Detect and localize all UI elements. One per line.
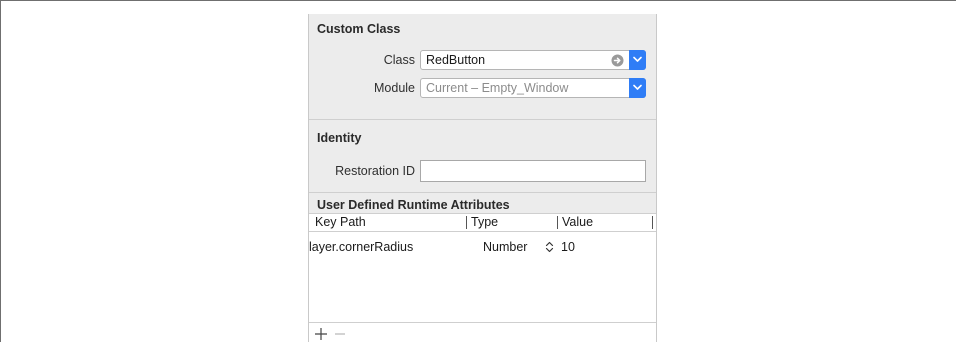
restoration-id-label: Restoration ID xyxy=(335,164,415,178)
chevron-down-icon xyxy=(633,84,642,90)
column-separator[interactable] xyxy=(557,216,558,229)
minus-icon[interactable] xyxy=(333,327,347,341)
column-separator[interactable] xyxy=(652,216,653,229)
frame-top-border xyxy=(0,0,956,1)
module-combobox[interactable]: Current – Empty_Window xyxy=(420,78,646,98)
up-down-stepper-icon[interactable] xyxy=(545,241,554,253)
restoration-id-field[interactable] xyxy=(420,160,646,182)
module-dropdown-button[interactable] xyxy=(629,78,646,98)
section-title-runtime-attributes: User Defined Runtime Attributes xyxy=(317,198,510,212)
table-header: Key Path Type Value xyxy=(309,214,656,232)
custom-class-section: Custom Class Class RedButton Module Curr… xyxy=(309,14,656,119)
module-label: Module xyxy=(374,81,415,95)
runtime-attributes-table: Key Path Type Value layer.cornerRadius N… xyxy=(309,213,656,345)
section-title-custom-class: Custom Class xyxy=(317,22,401,36)
class-value: RedButton xyxy=(426,53,486,67)
class-combobox[interactable]: RedButton xyxy=(420,50,646,70)
frame-left-border xyxy=(0,0,1,342)
cell-value[interactable]: 10 xyxy=(561,240,575,254)
class-label: Class xyxy=(383,53,415,67)
class-dropdown-button[interactable] xyxy=(629,50,646,70)
column-separator[interactable] xyxy=(466,216,467,229)
column-header-key-path[interactable]: Key Path xyxy=(315,215,366,229)
identity-section: Identity Restoration ID xyxy=(309,119,656,193)
column-header-type[interactable]: Type xyxy=(471,215,498,229)
runtime-attributes-section: User Defined Runtime Attributes Key Path… xyxy=(309,192,656,345)
identity-inspector-panel: Custom Class Class RedButton Module Curr… xyxy=(308,14,657,345)
plus-icon[interactable] xyxy=(314,327,328,341)
module-value: Current – Empty_Window xyxy=(426,81,569,95)
cell-key-path[interactable]: layer.cornerRadius xyxy=(309,240,413,254)
arrow-circle-icon[interactable] xyxy=(611,54,624,67)
section-title-identity: Identity xyxy=(317,131,362,145)
chevron-down-icon xyxy=(633,56,642,62)
cell-type[interactable]: Number xyxy=(483,240,527,254)
column-header-value[interactable]: Value xyxy=(562,215,593,229)
